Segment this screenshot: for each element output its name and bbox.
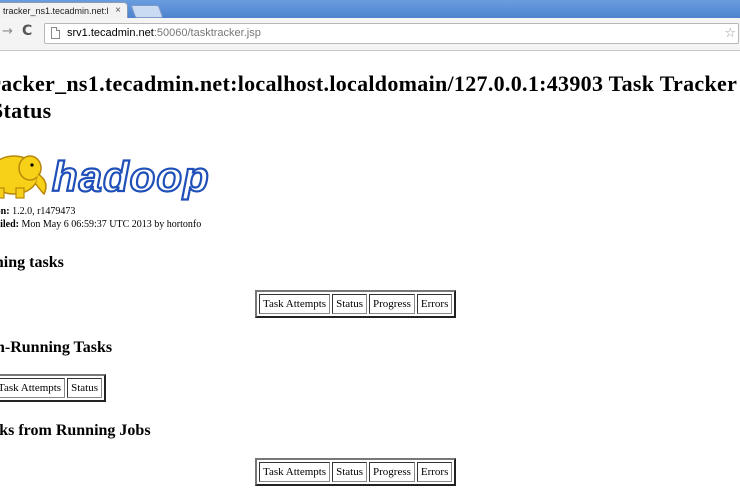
table-header-row: Task Attempts Status bbox=[0, 378, 102, 398]
new-tab-button[interactable] bbox=[130, 5, 164, 18]
table-header-cell: Status bbox=[332, 294, 367, 314]
version-value: 1.2.0, r1479473 bbox=[12, 206, 76, 217]
tab-title: tracker_ns1.tecadmin.net:l bbox=[3, 6, 109, 16]
non-running-tasks-table: Task Attempts Status bbox=[0, 374, 106, 402]
browser-tab[interactable]: tracker_ns1.tecadmin.net:l × bbox=[0, 2, 128, 18]
page-content: racker_ns1.tecadmin.net:localhost.locald… bbox=[0, 50, 740, 500]
url-text[interactable]: srv1.tecadmin.net:50060/tasktracker.jsp bbox=[67, 24, 261, 43]
tasks-from-running-jobs-heading: sks from Running Jobs bbox=[0, 422, 151, 439]
page-title: racker_ns1.tecadmin.net:localhost.locald… bbox=[0, 71, 737, 123]
table-header-cell: Errors bbox=[416, 462, 453, 482]
table-header-cell: Progress bbox=[369, 294, 415, 314]
table-header-cell: Progress bbox=[369, 462, 415, 482]
close-icon[interactable]: × bbox=[115, 3, 121, 18]
forward-icon[interactable]: → bbox=[2, 24, 13, 39]
compiled-value: Mon May 6 06:59:37 UTC 2013 by hortonfo bbox=[21, 219, 202, 230]
page-icon bbox=[51, 27, 60, 39]
non-running-tasks-heading: on-Running Tasks bbox=[0, 339, 113, 356]
table-header-row: Task Attempts Status Progress Errors bbox=[259, 462, 453, 482]
version-info: sion: 1.2.0, r1479473 npiled: Mon May 6 … bbox=[0, 205, 201, 231]
table-header-cell: Task Attempts bbox=[0, 378, 66, 398]
address-bar[interactable]: srv1.tecadmin.net:50060/tasktracker.jsp … bbox=[44, 23, 739, 44]
bookmark-star-icon[interactable]: ☆ bbox=[724, 24, 736, 43]
table-header-cell: Errors bbox=[416, 294, 453, 314]
table-header-row: Task Attempts Status Progress Errors bbox=[259, 294, 453, 314]
compiled-label: npiled: bbox=[0, 219, 20, 230]
elephant-icon bbox=[0, 155, 47, 199]
table-header-cell: Status bbox=[332, 462, 367, 482]
table-header-cell: Task Attempts bbox=[259, 462, 331, 482]
running-tasks-table: Task Attempts Status Progress Errors bbox=[255, 290, 457, 318]
running-tasks-heading: nning tasks bbox=[0, 254, 64, 271]
table-header-cell: Task Attempts bbox=[259, 294, 331, 314]
browser-toolbar: → C srv1.tecadmin.net:50060/tasktracker.… bbox=[0, 18, 740, 51]
logo-wordmark: hadoop bbox=[52, 153, 210, 200]
table-header-cell: Status bbox=[67, 378, 102, 398]
tasks-from-running-jobs-table: Task Attempts Status Progress Errors bbox=[255, 458, 457, 486]
hadoop-logo: hadoop bbox=[0, 152, 210, 201]
version-label: sion: bbox=[0, 206, 10, 217]
tab-strip: tracker_ns1.tecadmin.net:l × bbox=[0, 0, 740, 18]
reload-icon[interactable]: C bbox=[22, 23, 32, 39]
